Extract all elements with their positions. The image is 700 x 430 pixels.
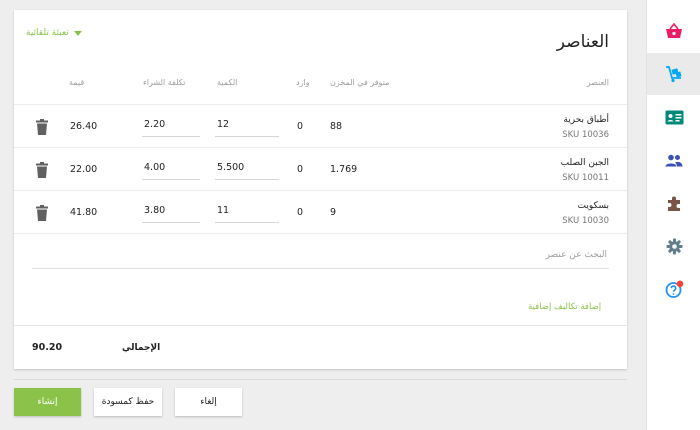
trash-icon[interactable] <box>36 205 48 221</box>
item-sku: SKU 10036 <box>562 130 609 140</box>
cancel-button[interactable]: إلغاء <box>175 388 242 416</box>
total-divider <box>14 325 627 326</box>
cart-dolly-icon <box>666 65 682 82</box>
line-value: 26.40 <box>70 121 98 132</box>
total-value: 90.20 <box>32 342 63 353</box>
table-row: بسكويت SKU 10030 9 0 41.80 <box>14 190 627 233</box>
incoming-value: 0 <box>297 207 304 218</box>
table-row: الجبن الصلب SKU 10011 1.769 0 22.00 <box>14 147 627 190</box>
purchase-cost-input[interactable] <box>142 155 200 180</box>
column-header-quantity: الكمية <box>217 78 238 87</box>
add-additional-costs-link[interactable]: إضافة تكاليف إضافية <box>528 302 601 312</box>
side-navigation <box>646 0 700 430</box>
nav-item-help[interactable] <box>647 268 700 310</box>
item-name: أطباق بحرية <box>563 115 609 125</box>
trash-icon[interactable] <box>36 119 48 135</box>
autofill-dropdown[interactable]: تعبئة تلقائية <box>26 28 82 38</box>
trash-icon[interactable] <box>36 162 48 178</box>
total-label: الإجمالي <box>122 343 161 353</box>
help-badge-icon <box>665 280 683 298</box>
item-sku: SKU 10011 <box>562 173 609 183</box>
item-sku: SKU 10030 <box>562 216 609 226</box>
column-header-incoming: وارد <box>296 78 310 87</box>
line-value: 41.80 <box>70 207 98 218</box>
people-icon <box>665 154 683 166</box>
nav-item-contacts[interactable] <box>647 96 700 138</box>
purchase-cost-input[interactable] <box>142 112 200 137</box>
in-stock-value: 9 <box>330 207 337 218</box>
footer-divider <box>14 379 627 380</box>
nav-item-purchases[interactable] <box>647 53 700 95</box>
column-header-purchase-cost: تكلفة الشراء <box>143 78 186 87</box>
column-header-item: العنصر <box>586 78 609 87</box>
column-header-in-stock: متوفر في المخزن <box>330 78 390 87</box>
item-name: بسكويت <box>577 201 610 211</box>
nav-item-settings[interactable] <box>647 225 700 267</box>
nav-item-addons[interactable] <box>647 182 700 224</box>
chevron-down-icon <box>73 30 82 36</box>
nav-item-sales[interactable] <box>647 10 700 52</box>
column-header-value: قيمة <box>69 78 85 87</box>
contact-card-icon <box>665 110 683 124</box>
quantity-input[interactable] <box>215 112 279 137</box>
quantity-input[interactable] <box>215 198 279 223</box>
quantity-input[interactable] <box>215 155 279 180</box>
in-stock-value: 1.769 <box>330 164 358 175</box>
gear-icon <box>666 238 682 254</box>
nav-item-team[interactable] <box>647 139 700 181</box>
incoming-value: 0 <box>297 164 304 175</box>
autofill-label: تعبئة تلقائية <box>26 28 69 38</box>
items-card: العناصر تعبئة تلقائية العنصر متوفر في ال… <box>14 10 627 369</box>
rows-divider <box>14 233 627 234</box>
table-row: أطباق بحرية SKU 10036 88 0 26.40 <box>14 104 627 147</box>
line-value: 22.00 <box>70 164 98 175</box>
incoming-value: 0 <box>297 121 304 132</box>
in-stock-value: 88 <box>330 121 343 132</box>
search-item-input[interactable] <box>32 242 609 269</box>
basket-icon <box>666 23 682 38</box>
save-draft-button[interactable]: حفظ كمسودة <box>94 388 162 416</box>
create-button[interactable]: إنشاء <box>14 388 81 416</box>
page-title: العناصر <box>556 32 609 52</box>
puzzle-icon <box>667 196 680 211</box>
item-name: الجبن الصلب <box>560 158 609 168</box>
purchase-cost-input[interactable] <box>142 198 200 223</box>
